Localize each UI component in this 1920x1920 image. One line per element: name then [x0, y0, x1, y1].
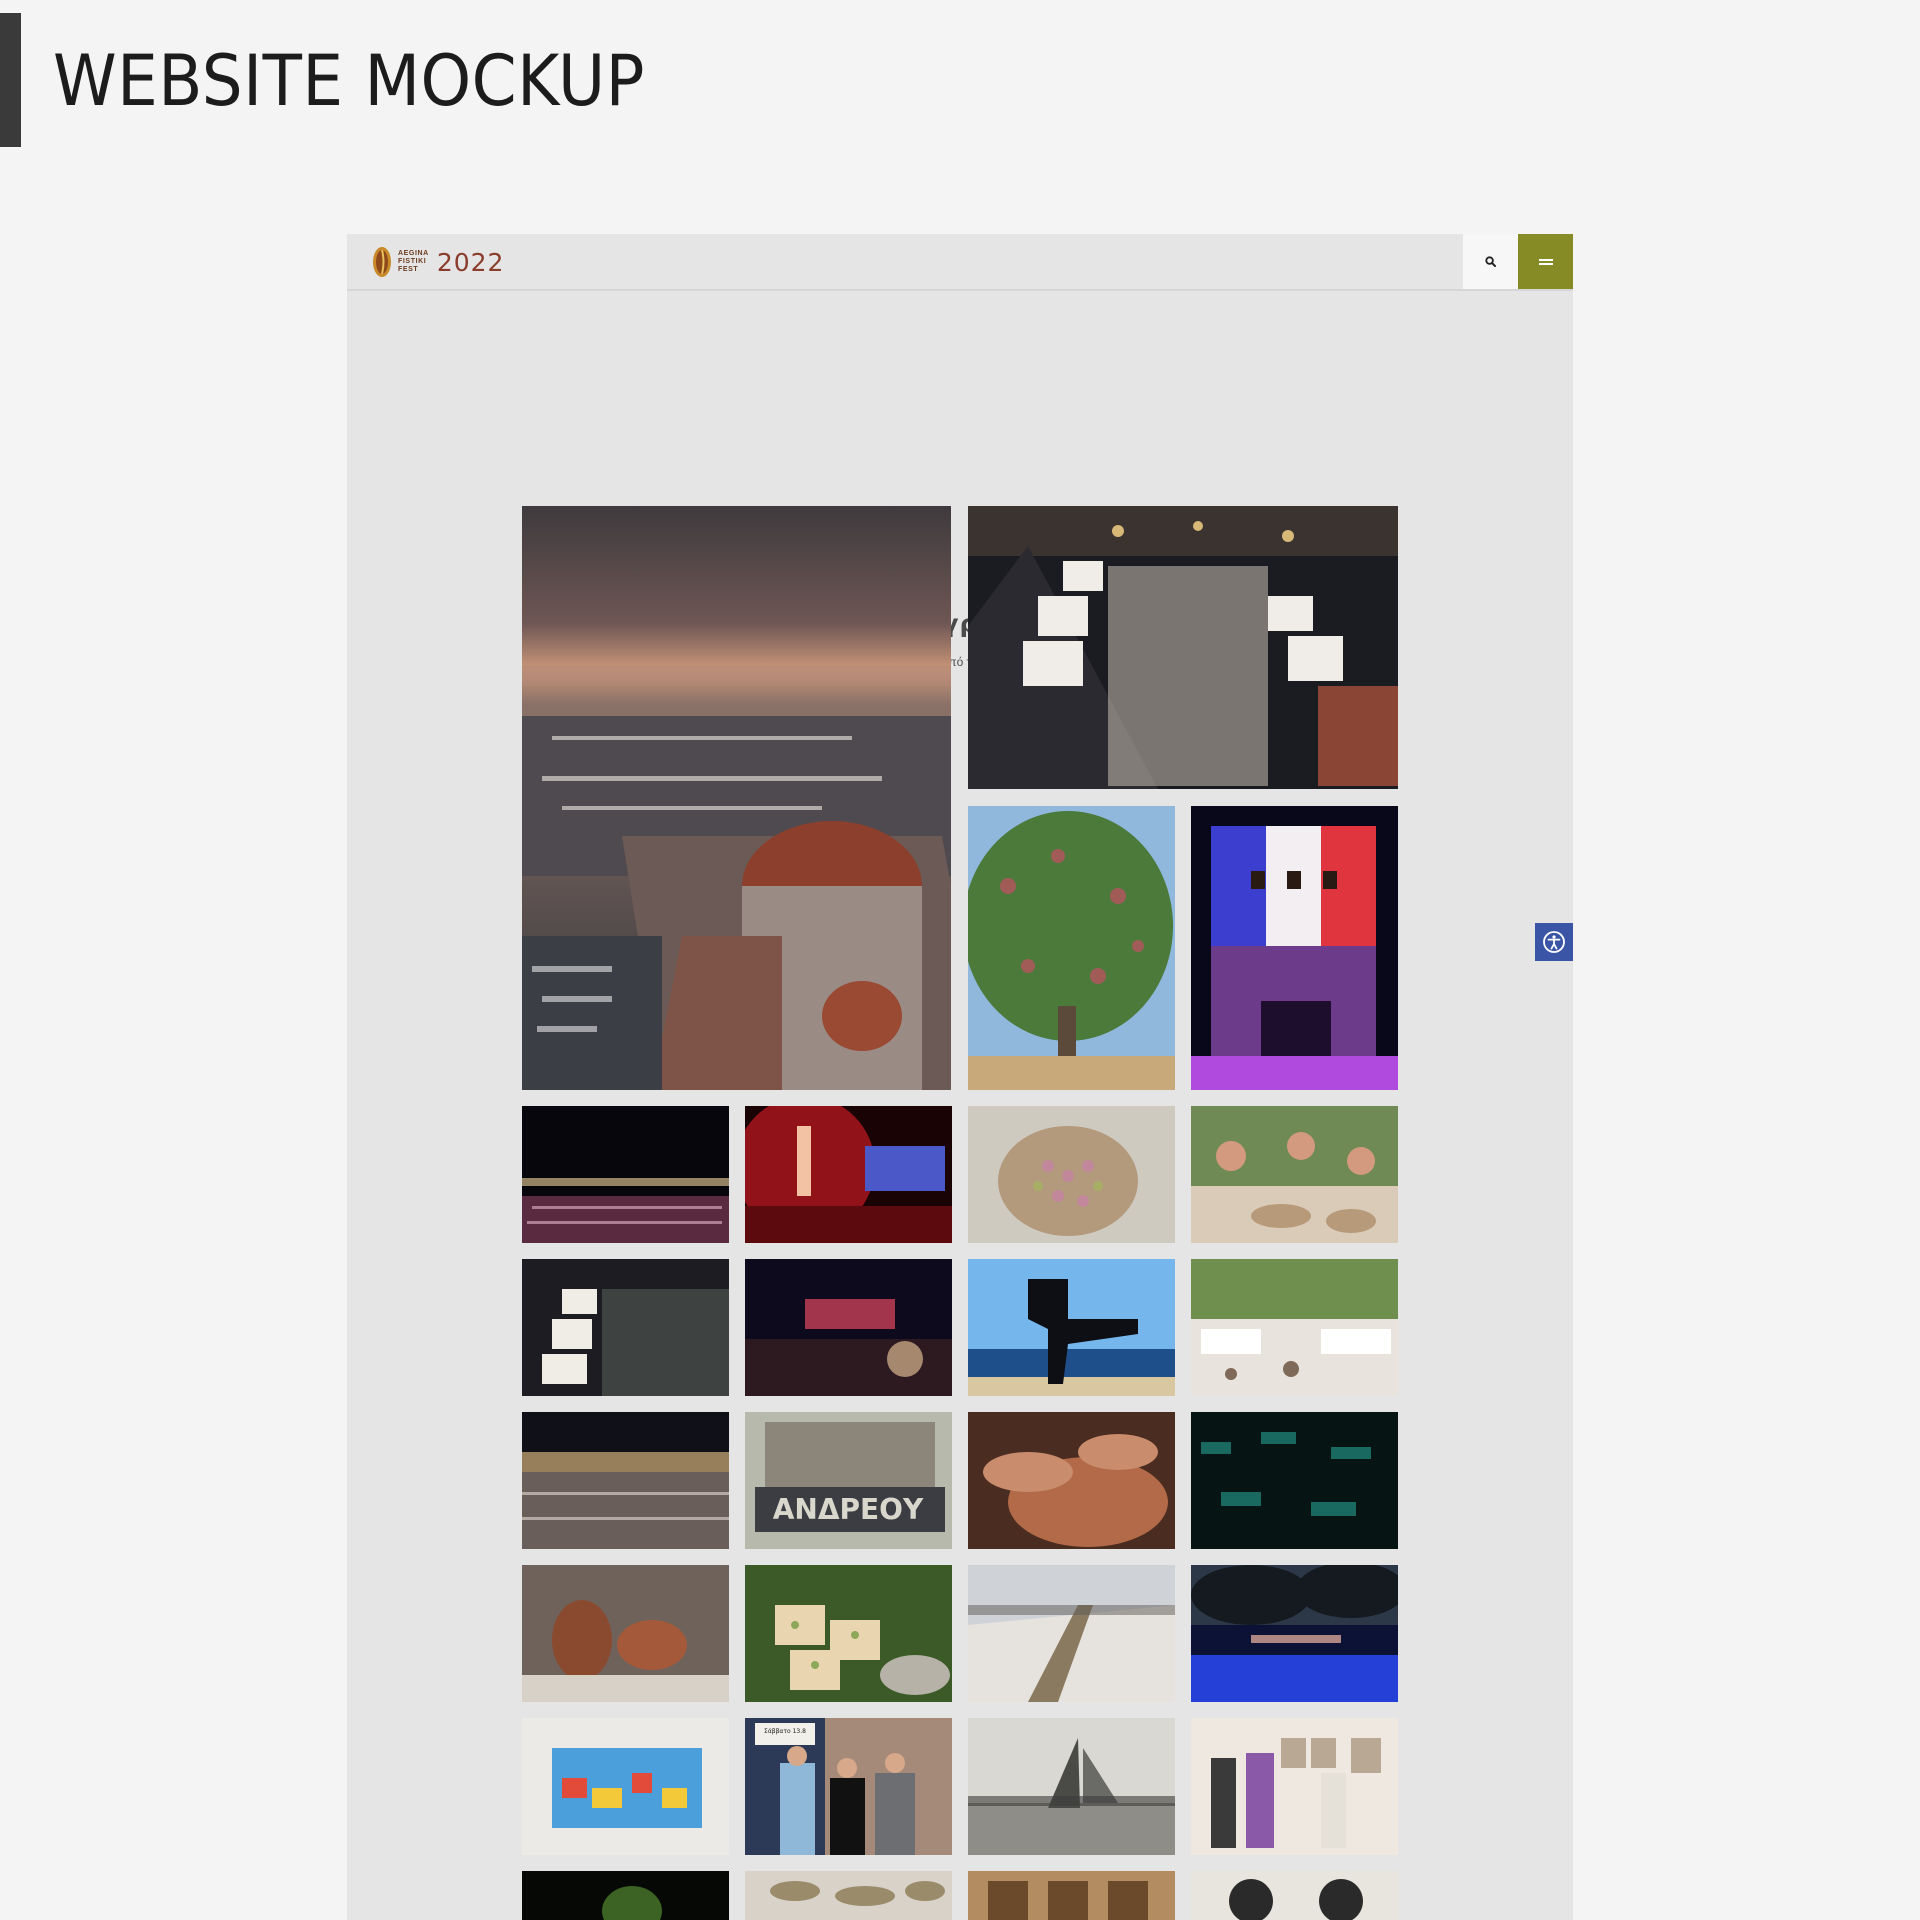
gallery-photo-pistachio-sweets[interactable] — [745, 1565, 952, 1702]
gallery-photo-night-stage-green[interactable] — [522, 1871, 729, 1920]
accessibility-icon — [1543, 931, 1565, 953]
poster-date-text: Σάββατο 13.8 — [764, 1728, 806, 1735]
search-icon — [1485, 256, 1496, 267]
gallery-photo-children-crafting[interactable] — [1191, 1106, 1398, 1243]
pistachio-logo-icon — [373, 247, 391, 277]
logo-year: 2022 — [436, 247, 505, 277]
gallery-photo-indoor-workshop[interactable] — [1191, 1871, 1398, 1920]
gallery-photo-food-table[interactable] — [745, 1871, 952, 1920]
search-button[interactable] — [1463, 234, 1518, 289]
accessibility-button[interactable] — [1535, 923, 1573, 961]
andreou-sign-text: ΑΝΔΡΕΟΥ — [773, 1493, 924, 1526]
site-navbar: AEGINA FISTIKI FEST 2022 — [347, 234, 1573, 291]
website-frame: AEGINA FISTIKI FEST 2022 Φωτογραφίες Δεί… — [347, 234, 1573, 1920]
gallery-photo-pistachio-sack[interactable] — [968, 1106, 1175, 1243]
gallery-photo-seaside-sculpture[interactable] — [968, 1259, 1175, 1396]
mockup-title: WEBSITE MOCKUP — [53, 40, 645, 122]
logo-line-3: FEST — [398, 266, 419, 273]
gallery-photo-long-table-pier[interactable] — [968, 1565, 1175, 1702]
header-accent-bar — [0, 13, 21, 147]
gallery-photo-vintage-harbor-photo[interactable] — [968, 1718, 1175, 1855]
gallery-photo-harbor-sunset-church[interactable] — [522, 506, 951, 1090]
gallery-photo-market-stalls-night[interactable] — [522, 1259, 729, 1396]
gallery-photo-group-poster-photo[interactable]: Σάββατο 13.8 — [745, 1718, 952, 1855]
gallery-photo-red-stage-performer[interactable] — [745, 1106, 952, 1243]
gallery-photo-colorful-painting[interactable] — [522, 1718, 729, 1855]
menu-icon — [1538, 257, 1553, 267]
gallery-photo-concert-audience[interactable] — [745, 1259, 952, 1396]
gallery-photo-ancient-pottery[interactable] — [522, 1565, 729, 1702]
gallery-photo-wooden-doors[interactable] — [968, 1871, 1175, 1920]
gallery-photo-kids-dance-event[interactable] — [1191, 1259, 1398, 1396]
gallery-photo-pottery-wheel[interactable] — [968, 1412, 1175, 1549]
gallery-photo-night-market-crowd[interactable] — [968, 506, 1398, 789]
logo-line-2: FISTIKI — [398, 258, 427, 265]
site-logo[interactable]: AEGINA FISTIKI FEST 2022 — [372, 245, 504, 279]
logo-line-1: AEGINA — [398, 250, 429, 257]
menu-button[interactable] — [1518, 234, 1573, 289]
gallery-photo-exhibition-visitors[interactable] — [1191, 1718, 1398, 1855]
gallery-photo-green-light-show[interactable] — [1191, 1412, 1398, 1549]
gallery-photo-tower-flag-concert[interactable] — [1191, 806, 1398, 1090]
gallery-photo-pistachio-tree[interactable] — [968, 806, 1175, 1090]
gallery-photo-night-harbor-crowd[interactable] — [522, 1106, 729, 1243]
gallery-photo-andreou-sign[interactable]: ΑΝΔΡΕΟΥ — [745, 1412, 952, 1549]
gallery-photo-waterfront-crowd[interactable] — [522, 1412, 729, 1549]
logo-wordmark: AEGINA FISTIKI FEST — [398, 250, 429, 274]
gallery-photo-blue-lit-trees[interactable] — [1191, 1565, 1398, 1702]
